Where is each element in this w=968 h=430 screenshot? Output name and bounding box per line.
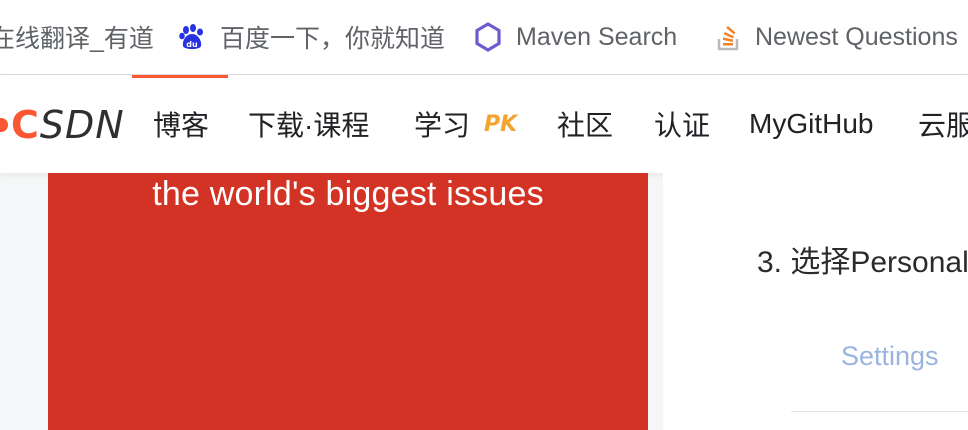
svg-text:du: du — [186, 40, 198, 49]
bookmark-label: 在线翻译_有道 — [0, 25, 154, 53]
stackoverflow-icon — [717, 23, 741, 51]
bookmark-maven[interactable]: Maven Search — [474, 0, 677, 74]
nav-item-blog[interactable]: 博客 — [153, 75, 209, 173]
csdn-logo[interactable]: C SDN — [0, 103, 125, 147]
settings-label: Settings — [841, 341, 939, 371]
nav-item-learn[interactable]: 学习 PK — [414, 75, 517, 173]
banner-text: the world's biggest issues — [152, 175, 544, 213]
pk-badge: PK — [484, 111, 518, 137]
bookmarks-bar: 在线翻译_有道 du 百度一下，你就知道 Maven Search Newest… — [0, 0, 968, 75]
logo-mark-icon — [0, 118, 8, 132]
settings-screenshot-image: Settings — [791, 321, 968, 430]
bookmark-stackoverflow[interactable]: Newest Questions — [717, 0, 958, 74]
article-step-text: 3. 选择Personal — [757, 246, 968, 279]
bookmark-baidu[interactable]: du 百度一下，你就知道 — [178, 0, 445, 74]
nav-item-download-course[interactable]: 下载·课程 — [248, 75, 369, 173]
bookmark-label: 百度一下，你就知道 — [220, 25, 446, 53]
nav-item-mygithub[interactable]: MyGitHub — [749, 75, 873, 173]
divider — [791, 411, 968, 412]
baidu-paw-icon: du — [178, 23, 206, 51]
maven-hexagon-icon — [474, 22, 502, 52]
bookmark-youdao[interactable]: 在线翻译_有道 — [0, 0, 154, 74]
nav-item-cloud[interactable]: 云服 — [918, 75, 968, 173]
article-panel: 3. 选择Personal Settings — [663, 173, 968, 430]
bookmark-label: Maven Search — [516, 22, 678, 51]
bookmark-label: Newest Questions — [755, 22, 958, 51]
nav-item-certification[interactable]: 认证 — [654, 75, 710, 173]
csdn-toolbar: C SDN 博客 下载·课程 学习 PK 社区 认证 MyGitHub 云服 — [0, 75, 968, 173]
nav-item-community[interactable]: 社区 — [557, 75, 613, 173]
promo-banner[interactable]: the world's biggest issues — [48, 173, 648, 430]
